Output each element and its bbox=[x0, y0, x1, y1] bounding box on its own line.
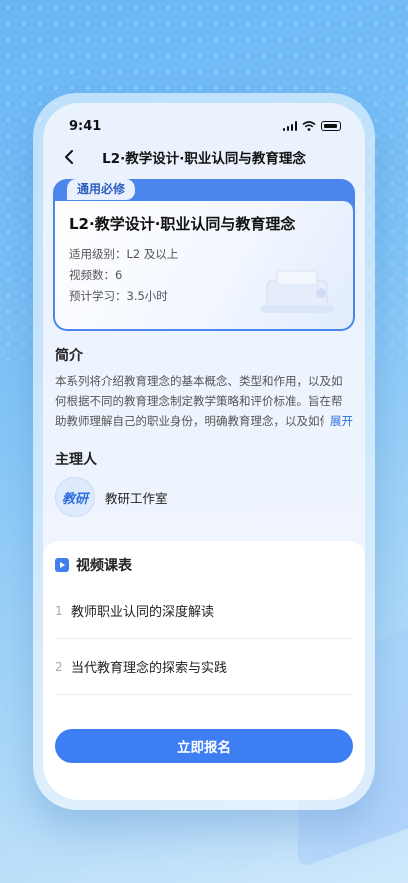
schedule-header: 视频课表 bbox=[55, 555, 353, 575]
course-illustration bbox=[261, 270, 333, 313]
host-name: 教研工作室 bbox=[105, 490, 168, 506]
lesson-item[interactable]: 2 当代教育理念的探索与实践 bbox=[55, 639, 353, 695]
course-card: 通用必修 L2·教学设计·职业认同与教育理念 适用级别：L2 及以上 视频数：6… bbox=[53, 179, 355, 331]
enroll-button[interactable]: 立即报名 bbox=[55, 729, 353, 763]
expand-link[interactable]: 展开 bbox=[324, 411, 353, 431]
status-bar: 9:41 bbox=[43, 103, 365, 135]
phone-screen: 9:41 L2·教学设计·职业认同与教育理念 通用必修 L2·教学设计·职业认同… bbox=[43, 103, 365, 800]
course-tag: 通用必修 bbox=[66, 179, 137, 201]
status-icons bbox=[282, 121, 341, 131]
intro-section: 简介 本系列将介绍教育理念的基本概念、类型和作用，以及如何根据不同的教育理念制定… bbox=[43, 345, 365, 517]
course-card-body: L2·教学设计·职业认同与教育理念 适用级别：L2 及以上 视频数：6 预计学习… bbox=[55, 201, 353, 329]
signal-icon bbox=[282, 121, 297, 131]
lesson-number: 2 bbox=[55, 659, 63, 674]
host-row[interactable]: 教研 教研工作室 bbox=[55, 477, 353, 517]
intro-title: 简介 bbox=[55, 348, 83, 364]
host-title: 主理人 bbox=[55, 452, 97, 468]
wifi-icon bbox=[302, 121, 316, 131]
course-title: L2·教学设计·职业认同与教育理念 bbox=[69, 215, 296, 233]
intro-text: 本系列将介绍教育理念的基本概念、类型和作用，以及如何根据不同的教育理念制定教学策… bbox=[55, 374, 343, 428]
phone-frame: 9:41 L2·教学设计·职业认同与教育理念 通用必修 L2·教学设计·职业认同… bbox=[33, 93, 375, 810]
video-list-icon bbox=[55, 558, 69, 572]
status-time: 9:41 bbox=[69, 118, 102, 134]
course-level: 适用级别：L2 及以上 bbox=[69, 247, 179, 261]
lesson-title: 当代教育理念的探索与实践 bbox=[71, 661, 228, 676]
lesson-number: 1 bbox=[55, 603, 63, 618]
back-icon bbox=[65, 150, 73, 164]
page-title: L2·教学设计·职业认同与教育理念 bbox=[102, 151, 306, 167]
lesson-title: 教师职业认同的深度解读 bbox=[71, 605, 215, 620]
host-avatar: 教研 bbox=[55, 477, 95, 517]
battery-icon bbox=[321, 121, 341, 131]
nav-bar: L2·教学设计·职业认同与教育理念 bbox=[43, 135, 365, 179]
lesson-item[interactable]: 1 教师职业认同的深度解读 bbox=[55, 583, 353, 639]
back-button[interactable] bbox=[59, 147, 79, 167]
schedule-title: 视频课表 bbox=[76, 558, 132, 574]
intro-text-block: 本系列将介绍教育理念的基本概念、类型和作用，以及如何根据不同的教育理念制定教学策… bbox=[55, 371, 353, 431]
